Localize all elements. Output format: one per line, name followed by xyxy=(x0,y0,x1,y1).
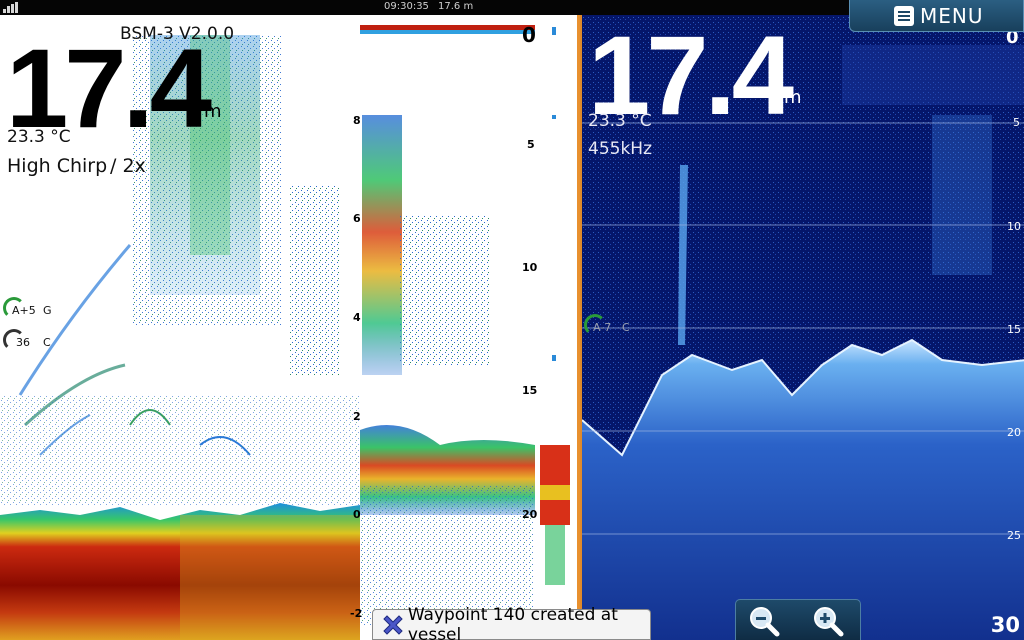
waypoint-icon xyxy=(382,614,403,636)
depth-scale-label: 10 xyxy=(1007,220,1021,233)
depth-unit: m xyxy=(784,87,802,108)
status-depth: 17.6 m xyxy=(438,1,474,12)
gain-gauge[interactable]: A-7 C xyxy=(584,314,644,340)
signal-strength-icon xyxy=(3,2,21,13)
traditional-sonar-panel[interactable]: BSM-3 V2.0.0 17.4 m 23.3 °C High Chirp /… xyxy=(0,15,577,640)
depth-scale-top: 0 xyxy=(522,23,536,47)
water-temperature: 23.3 °C xyxy=(588,111,652,131)
zoom-controls xyxy=(735,599,861,640)
gain-gauge[interactable]: A+5 G xyxy=(3,297,63,323)
status-clock: 09:30:35 xyxy=(384,1,429,12)
menu-icon xyxy=(894,6,914,26)
zoom-scale-label: 0 xyxy=(353,508,361,521)
zoom-scale-label: -2 xyxy=(350,607,363,620)
depth-scale-label: 5 xyxy=(527,138,535,151)
zoom-in-icon xyxy=(814,607,844,637)
zoom-out-button[interactable] xyxy=(746,604,782,638)
waypoint-notification[interactable]: Waypoint 140 created at vessel xyxy=(372,605,651,640)
depth-scale-label: 20 xyxy=(1007,426,1021,439)
depth-scale-label: 5 xyxy=(1013,116,1020,129)
frequency: 455kHz xyxy=(588,139,652,159)
depth-scale-label: 20 xyxy=(522,508,538,521)
frequency-mode: High Chirp xyxy=(7,155,108,177)
depth-scale-label: 25 xyxy=(1007,529,1021,542)
menu-label: MENU xyxy=(920,3,984,28)
water-temperature: 23.3 °C xyxy=(7,127,71,147)
depth-scale-label: 10 xyxy=(522,261,538,274)
zoom-scale-label: 8 xyxy=(353,114,361,127)
range-bottom-label: 30 xyxy=(990,613,1020,637)
zoom-scale-label: 4 xyxy=(353,311,361,324)
zoom-scale-label: 2 xyxy=(353,410,361,423)
color-gauge[interactable]: 36 C xyxy=(3,329,63,355)
depth-scale-label: 15 xyxy=(1007,323,1021,336)
depth-unit: m xyxy=(204,101,222,122)
zoom-out-icon xyxy=(750,607,780,637)
menu-button[interactable]: MENU xyxy=(849,0,1024,32)
notification-text: Waypoint 140 created at vessel xyxy=(407,604,618,640)
downscan-panel[interactable]: 17.4 m 23.3 °C 455kHz A-7 C 0 5 10 15 20… xyxy=(580,15,1024,640)
zoom-in-button[interactable] xyxy=(810,604,846,638)
zoom-scale-label: 6 xyxy=(353,212,361,225)
depth-scale-label: 15 xyxy=(522,384,538,397)
zoom-level: / 2x xyxy=(110,155,146,177)
